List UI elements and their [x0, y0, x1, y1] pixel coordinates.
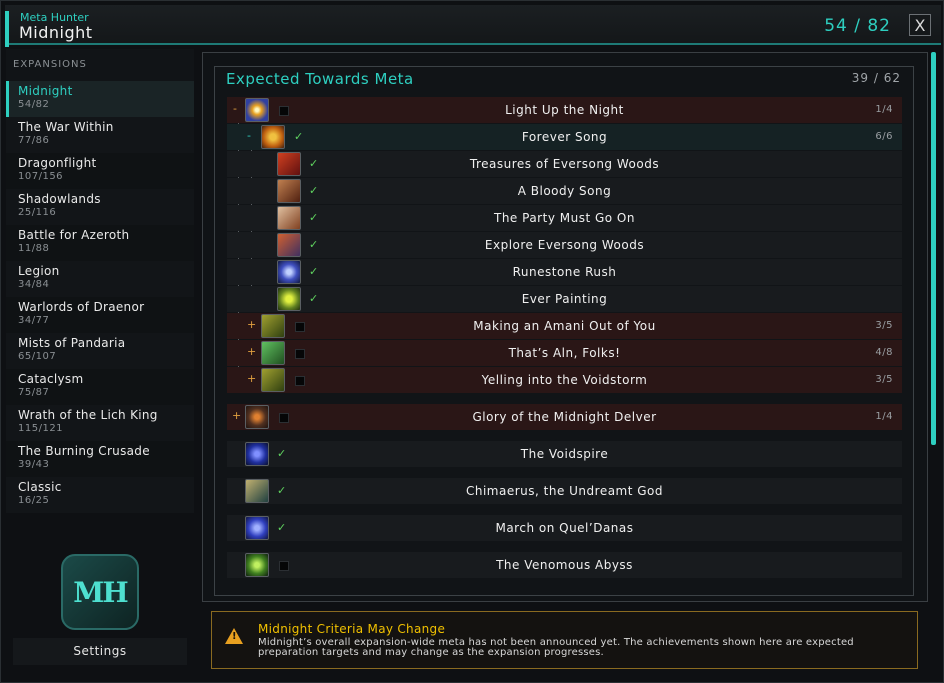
sidebar-header: EXPANSIONS	[13, 59, 87, 70]
sidebar-item-classic[interactable]: Classic 16/25	[6, 477, 194, 513]
total-progress: 54 / 82	[824, 16, 891, 36]
achievement-row-a-bloody-song[interactable]: ✓ A Bloody Song	[227, 178, 902, 204]
warning-body: Midnight’s overall expansion-wide meta h…	[258, 637, 854, 658]
sidebar-item-count: 34/77	[18, 315, 50, 326]
achievement-name: Ever Painting	[521, 292, 608, 306]
sidebar-item-label: Shadowlands	[18, 192, 101, 206]
achievement-row-chimaerus-the-undreamt-god[interactable]: ✓ Chimaerus, the Undreamt God	[227, 478, 902, 504]
sidebar-item-legion[interactable]: Legion 34/84	[6, 261, 194, 297]
achievement-progress: 3/5	[875, 374, 893, 385]
sidebar-item-the-war-within[interactable]: The War Within 77/86	[6, 117, 194, 153]
achievement-row-march-on-queldanas[interactable]: ✓ March on Quel’Danas	[227, 515, 902, 541]
sidebar-item-label: Warlords of Draenor	[18, 300, 145, 314]
achievement-row-forever-song[interactable]: - ✓ Forever Song 6/6	[227, 124, 902, 150]
achievement-name: Glory of the Midnight Delver	[472, 410, 657, 424]
achievement-progress: 1/4	[875, 104, 893, 115]
sidebar-item-the-burning-crusade[interactable]: The Burning Crusade 39/43	[6, 441, 194, 477]
sidebar-item-label: Dragonflight	[18, 156, 97, 170]
meta-hunter-window: Meta Hunter Midnight 54 / 82 X EXPANSION…	[0, 0, 944, 683]
settings-button[interactable]: Settings	[13, 638, 187, 665]
achievement-name: Runestone Rush	[512, 265, 617, 279]
sidebar-item-count: 75/87	[18, 387, 50, 398]
sidebar-item-count: 39/43	[18, 459, 50, 470]
achievement-row-thats-aln-folks[interactable]: + That’s Aln, Folks! 4/8	[227, 340, 902, 366]
sidebar-item-count: 115/121	[18, 423, 64, 434]
sidebar-item-dragonflight[interactable]: Dragonflight 107/156	[6, 153, 194, 189]
achievement-name: A Bloody Song	[517, 184, 612, 198]
achievement-progress: 6/6	[875, 131, 893, 142]
achievement-name: Chimaerus, the Undreamt God	[465, 484, 664, 498]
sidebar-item-label: The War Within	[18, 120, 114, 134]
page-title: Midnight	[19, 23, 93, 42]
sidebar-item-count: 65/107	[18, 351, 57, 362]
title-bar: Meta Hunter Midnight 54 / 82 X	[5, 5, 941, 47]
warning-glyph: !	[232, 631, 237, 642]
criteria-warning: ! Midnight Criteria May Change Midnight’…	[211, 611, 918, 669]
achievement-name: The Voidspire	[520, 447, 609, 461]
section-title: Expected Towards Meta	[226, 70, 414, 88]
sidebar-item-warlords-of-draenor[interactable]: Warlords of Draenor 34/77	[6, 297, 194, 333]
title-accent-bar	[5, 11, 9, 47]
achievement-name: Forever Song	[521, 130, 608, 144]
sidebar-item-count: 34/84	[18, 279, 50, 290]
achievement-row-the-venomous-abyss[interactable]: The Venomous Abyss	[227, 552, 902, 578]
achievement-name: March on Quel’Danas	[495, 521, 634, 535]
sidebar-item-mists-of-pandaria[interactable]: Mists of Pandaria 65/107	[6, 333, 194, 369]
sidebar-item-count: 11/88	[18, 243, 50, 254]
sidebar-item-label: Classic	[18, 480, 62, 494]
close-button[interactable]: X	[909, 14, 931, 36]
expansion-list: Midnight 54/82 The War Within 77/86 Drag…	[6, 81, 194, 513]
sidebar-item-count: 77/86	[18, 135, 50, 146]
sidebar-item-cataclysm[interactable]: Cataclysm 75/87	[6, 369, 194, 405]
sidebar-item-wrath-of-the-lich-king[interactable]: Wrath of the Lich King 115/121	[6, 405, 194, 441]
sidebar-item-label: Legion	[18, 264, 60, 278]
achievement-row-the-voidspire[interactable]: ✓ The Voidspire	[227, 441, 902, 467]
warning-icon: !	[225, 628, 243, 644]
sidebar-item-shadowlands[interactable]: Shadowlands 25/116	[6, 189, 194, 225]
achievement-row-explore-eversong-woods[interactable]: ✓ Explore Eversong Woods	[227, 232, 902, 258]
achievement-row-making-an-amani-out-of-you[interactable]: + Making an Amani Out of You 3/5	[227, 313, 902, 339]
sidebar-item-battle-for-azeroth[interactable]: Battle for Azeroth 11/88	[6, 225, 194, 261]
achievement-name: The Venomous Abyss	[496, 558, 633, 572]
achievement-progress: 1/4	[875, 411, 893, 422]
achievement-name: That’s Aln, Folks!	[508, 346, 621, 360]
logo-text: MH	[73, 575, 128, 609]
achievement-row-treasures-of-eversong-woods[interactable]: ✓ Treasures of Eversong Woods	[227, 151, 902, 177]
achievement-name: Explore Eversong Woods	[484, 238, 645, 252]
sidebar-item-count: 107/156	[18, 171, 64, 182]
achievement-progress: 4/8	[875, 347, 893, 358]
sidebar-item-label: Cataclysm	[18, 372, 84, 386]
warning-title: Midnight Criteria May Change	[258, 622, 446, 636]
section-count: 39 / 62	[851, 71, 901, 85]
achievement-name: Light Up the Night	[505, 103, 624, 117]
sidebar-item-count: 54/82	[18, 99, 50, 110]
achievement-name: Yelling into the Voidstorm	[481, 373, 648, 387]
achievement-name: Making an Amani Out of You	[473, 319, 656, 333]
achievement-row-glory-of-the-midnight-delver[interactable]: + Glory of the Midnight Delver 1/4	[227, 404, 902, 430]
achievement-row-yelling-into-the-voidstorm[interactable]: + Yelling into the Voidstorm 3/5	[227, 367, 902, 393]
sidebar-item-count: 25/116	[18, 207, 57, 218]
achievement-row-the-party-must-go-on[interactable]: ✓ The Party Must Go On	[227, 205, 902, 231]
sidebar-item-label: The Burning Crusade	[18, 444, 150, 458]
sidebar-item-label: Mists of Pandaria	[18, 336, 126, 350]
sidebar-item-midnight[interactable]: Midnight 54/82	[6, 81, 194, 117]
achievement-row-ever-painting[interactable]: ✓ Ever Painting	[227, 286, 902, 312]
achievement-row-runestone-rush[interactable]: ✓ Runestone Rush	[227, 259, 902, 285]
scrollbar-thumb[interactable]	[931, 52, 936, 445]
sidebar-item-label: Wrath of the Lich King	[18, 408, 158, 422]
sidebar-item-label: Battle for Azeroth	[18, 228, 130, 242]
achievement-row-light-up-the-night[interactable]: - Light Up the Night 1/4	[227, 97, 902, 123]
sidebar-item-count: 16/25	[18, 495, 50, 506]
expansions-sidebar: EXPANSIONS Midnight 54/82 The War Within…	[6, 49, 194, 513]
achievement-name: Treasures of Eversong Woods	[469, 157, 660, 171]
achievement-name: The Party Must Go On	[494, 211, 635, 225]
sidebar-item-label: Midnight	[18, 84, 73, 98]
meta-hunter-logo: MH	[61, 554, 139, 630]
achievement-progress: 3/5	[875, 320, 893, 331]
